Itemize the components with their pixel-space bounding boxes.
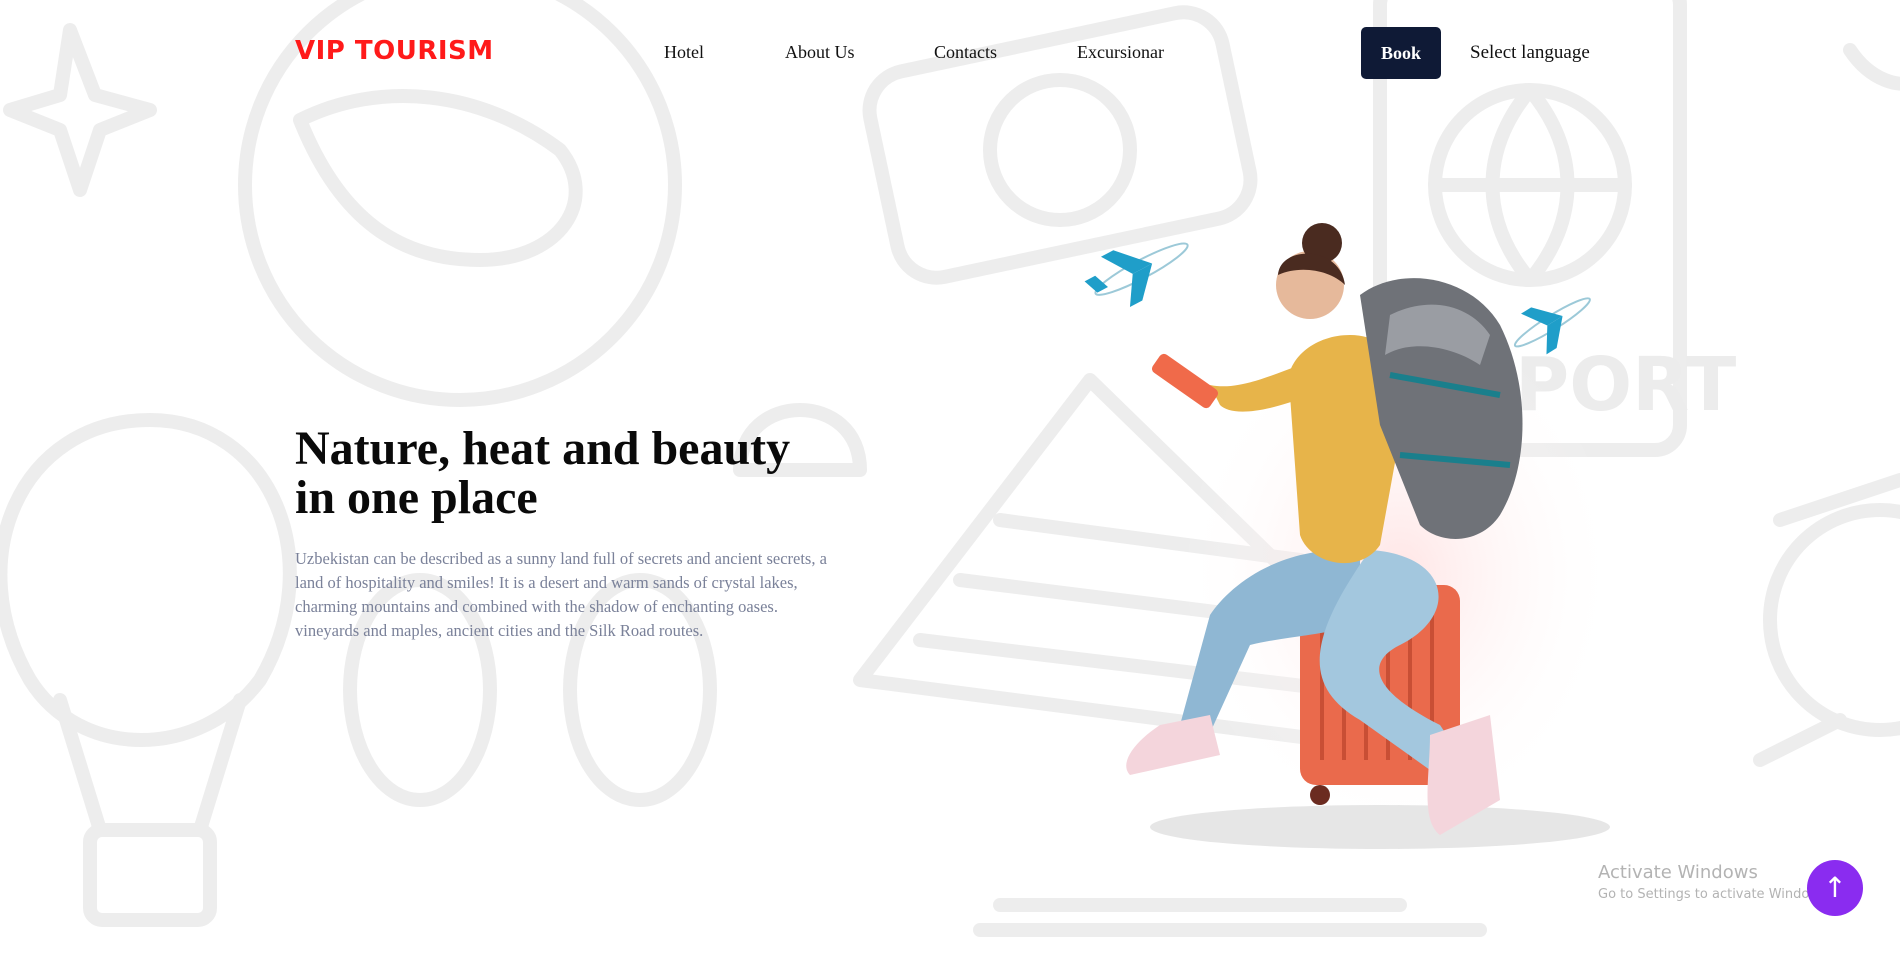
nav-link-hotel[interactable]: Hotel <box>664 42 704 63</box>
top-navigation: VIP TOURISM Hotel About Us Contacts Excu… <box>0 0 1900 110</box>
brand-logo[interactable]: VIP TOURISM <box>295 36 494 66</box>
scroll-to-top-button[interactable]: ↑ <box>1807 860 1863 916</box>
floor-shadow <box>1150 805 1610 849</box>
shoe-left <box>1126 715 1220 775</box>
passport-in-hand <box>1151 353 1219 409</box>
watermark-subtitle: Go to Settings to activate Windows. <box>1598 887 1831 902</box>
hero-traveler-illustration <box>1084 223 1620 849</box>
watermark-title: Activate Windows <box>1598 862 1758 883</box>
nav-link-about-us[interactable]: About Us <box>785 42 855 63</box>
hero-title-line-2: in one place <box>295 471 538 524</box>
airplane-left-icon <box>1084 242 1189 308</box>
book-button[interactable]: Book <box>1361 27 1441 79</box>
hero-title: Nature, heat and beauty in one place <box>295 424 855 522</box>
language-selector[interactable]: Select language <box>1470 42 1590 64</box>
windows-activation-watermark: Activate Windows Go to Settings to activ… <box>1598 862 1831 902</box>
nav-link-contacts[interactable]: Contacts <box>934 42 997 63</box>
hero-description: Uzbekistan can be described as a sunny l… <box>295 549 827 640</box>
airplane-right-icon <box>1513 297 1591 355</box>
balloon-doodle <box>0 413 297 747</box>
hero-title-line-1: Nature, heat and beauty <box>295 422 791 475</box>
nav-link-excursionar[interactable]: Excursionar <box>1077 42 1164 63</box>
